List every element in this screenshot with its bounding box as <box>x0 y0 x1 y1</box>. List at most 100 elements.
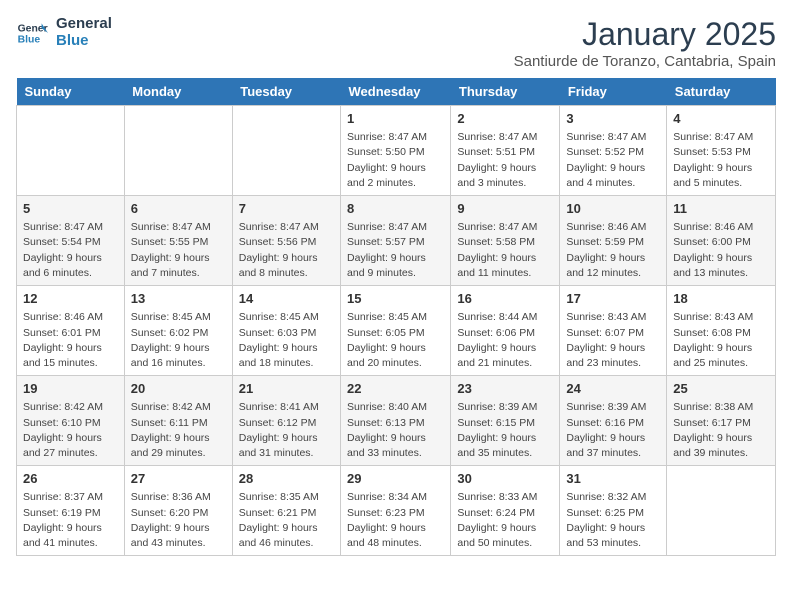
calendar-cell: 8Sunrise: 8:47 AMSunset: 5:57 PMDaylight… <box>341 196 451 286</box>
calendar-cell <box>124 106 232 196</box>
cell-info: Sunrise: 8:43 AM <box>566 310 660 325</box>
cell-info: Sunrise: 8:35 AM <box>239 490 334 505</box>
cell-info: Sunrise: 8:47 AM <box>23 220 118 235</box>
cell-info: Daylight: 9 hours and 33 minutes. <box>347 431 444 461</box>
cell-info: Sunset: 5:50 PM <box>347 145 444 160</box>
cell-info: Sunset: 6:11 PM <box>131 416 226 431</box>
cell-info: Daylight: 9 hours and 27 minutes. <box>23 431 118 461</box>
cell-info: Sunrise: 8:36 AM <box>131 490 226 505</box>
cell-info: Sunset: 6:10 PM <box>23 416 118 431</box>
cell-info: Sunset: 6:02 PM <box>131 326 226 341</box>
calendar-cell: 5Sunrise: 8:47 AMSunset: 5:54 PMDaylight… <box>17 196 125 286</box>
cell-info: Sunset: 6:03 PM <box>239 326 334 341</box>
day-number: 9 <box>457 200 553 218</box>
cell-info: Daylight: 9 hours and 13 minutes. <box>673 251 769 281</box>
week-row: 19Sunrise: 8:42 AMSunset: 6:10 PMDayligh… <box>17 376 776 466</box>
cell-info: Daylight: 9 hours and 46 minutes. <box>239 521 334 551</box>
calendar-cell: 12Sunrise: 8:46 AMSunset: 6:01 PMDayligh… <box>17 286 125 376</box>
calendar-cell: 15Sunrise: 8:45 AMSunset: 6:05 PMDayligh… <box>341 286 451 376</box>
cell-info: Sunrise: 8:47 AM <box>566 130 660 145</box>
cell-info: Sunset: 6:01 PM <box>23 326 118 341</box>
day-number: 16 <box>457 290 553 308</box>
cell-info: Daylight: 9 hours and 31 minutes. <box>239 431 334 461</box>
cell-info: Daylight: 9 hours and 7 minutes. <box>131 251 226 281</box>
day-number: 30 <box>457 470 553 488</box>
day-number: 8 <box>347 200 444 218</box>
location: Santiurde de Toranzo, Cantabria, Spain <box>514 53 776 70</box>
cell-info: Sunset: 6:05 PM <box>347 326 444 341</box>
cell-info: Daylight: 9 hours and 20 minutes. <box>347 341 444 371</box>
week-row: 26Sunrise: 8:37 AMSunset: 6:19 PMDayligh… <box>17 466 776 556</box>
cell-info: Sunrise: 8:37 AM <box>23 490 118 505</box>
calendar-cell: 23Sunrise: 8:39 AMSunset: 6:15 PMDayligh… <box>451 376 560 466</box>
cell-info: Sunset: 5:56 PM <box>239 235 334 250</box>
cell-info: Sunset: 5:53 PM <box>673 145 769 160</box>
logo-icon: General Blue <box>16 17 48 49</box>
cell-info: Sunrise: 8:47 AM <box>347 220 444 235</box>
calendar-cell: 1Sunrise: 8:47 AMSunset: 5:50 PMDaylight… <box>341 106 451 196</box>
calendar-cell: 9Sunrise: 8:47 AMSunset: 5:58 PMDaylight… <box>451 196 560 286</box>
cell-info: Sunrise: 8:32 AM <box>566 490 660 505</box>
day-number: 1 <box>347 110 444 128</box>
col-wednesday: Wednesday <box>341 78 451 106</box>
cell-info: Sunrise: 8:46 AM <box>673 220 769 235</box>
calendar-cell: 19Sunrise: 8:42 AMSunset: 6:10 PMDayligh… <box>17 376 125 466</box>
cell-info: Sunset: 5:55 PM <box>131 235 226 250</box>
cell-info: Sunset: 6:24 PM <box>457 506 553 521</box>
calendar-cell: 26Sunrise: 8:37 AMSunset: 6:19 PMDayligh… <box>17 466 125 556</box>
cell-info: Daylight: 9 hours and 9 minutes. <box>347 251 444 281</box>
cell-info: Sunrise: 8:41 AM <box>239 400 334 415</box>
cell-info: Sunrise: 8:47 AM <box>239 220 334 235</box>
cell-info: Sunrise: 8:40 AM <box>347 400 444 415</box>
cell-info: Sunrise: 8:44 AM <box>457 310 553 325</box>
calendar-cell: 13Sunrise: 8:45 AMSunset: 6:02 PMDayligh… <box>124 286 232 376</box>
page-header: General Blue General Blue January 2025 S… <box>16 16 776 70</box>
cell-info: Sunrise: 8:47 AM <box>457 220 553 235</box>
cell-info: Sunset: 6:15 PM <box>457 416 553 431</box>
calendar-cell: 10Sunrise: 8:46 AMSunset: 5:59 PMDayligh… <box>560 196 667 286</box>
cell-info: Sunset: 6:13 PM <box>347 416 444 431</box>
cell-info: Sunset: 6:07 PM <box>566 326 660 341</box>
day-number: 2 <box>457 110 553 128</box>
cell-info: Sunset: 6:06 PM <box>457 326 553 341</box>
week-row: 1 Sunrise: 8:47 AM Sunset: 5:50 PM Daylight… <box>17 106 776 196</box>
cell-info: Sunset: 6:23 PM <box>347 506 444 521</box>
calendar-cell: 17Sunrise: 8:43 AMSunset: 6:07 PMDayligh… <box>560 286 667 376</box>
cell-info: Daylight: 9 hours and 4 minutes. <box>566 161 660 191</box>
day-number: 10 <box>566 200 660 218</box>
title-section: January 2025 Santiurde de Toranzo, Canta… <box>514 16 776 70</box>
cell-info: Sunset: 5:59 PM <box>566 235 660 250</box>
svg-text:Blue: Blue <box>18 34 41 45</box>
logo-general: General <box>56 16 112 33</box>
day-number: 17 <box>566 290 660 308</box>
cell-info: Sunrise: 8:47 AM <box>457 130 553 145</box>
cell-info: Sunrise: 8:34 AM <box>347 490 444 505</box>
cell-info: Daylight: 9 hours and 3 minutes. <box>457 161 553 191</box>
calendar-cell <box>232 106 340 196</box>
cell-info: Daylight: 9 hours and 25 minutes. <box>673 341 769 371</box>
cell-info: Sunrise: 8:42 AM <box>131 400 226 415</box>
cell-info: Daylight: 9 hours and 50 minutes. <box>457 521 553 551</box>
cell-info: Sunset: 6:19 PM <box>23 506 118 521</box>
calendar-cell: 14Sunrise: 8:45 AMSunset: 6:03 PMDayligh… <box>232 286 340 376</box>
logo-blue: Blue <box>56 33 112 50</box>
cell-info: Sunset: 6:12 PM <box>239 416 334 431</box>
day-number: 7 <box>239 200 334 218</box>
day-number: 28 <box>239 470 334 488</box>
calendar-cell: 28 Sunrise: 8:35 AMSunset: 6:21 PMDayligh… <box>232 466 340 556</box>
cell-info: Daylight: 9 hours and 21 minutes. <box>457 341 553 371</box>
cell-info: Sunrise: 8:46 AM <box>566 220 660 235</box>
cell-info: Daylight: 9 hours and 48 minutes. <box>347 521 444 551</box>
cell-info: Sunset: 6:16 PM <box>566 416 660 431</box>
cell-info: Sunset: 5:54 PM <box>23 235 118 250</box>
cell-info: Sunrise: 8:45 AM <box>347 310 444 325</box>
cell-info: Sunset: 6:17 PM <box>673 416 769 431</box>
day-number: 5 <box>23 200 118 218</box>
cell-info: Sunrise: 8:45 AM <box>239 310 334 325</box>
day-number: 13 <box>131 290 226 308</box>
cell-info: Sunset: 6:21 PM <box>239 506 334 521</box>
month-title: January 2025 <box>514 16 776 53</box>
calendar-cell: 20Sunrise: 8:42 AMSunset: 6:11 PMDayligh… <box>124 376 232 466</box>
calendar-cell: 6Sunrise: 8:47 AMSunset: 5:55 PMDaylight… <box>124 196 232 286</box>
cell-info: Daylight: 9 hours and 29 minutes. <box>131 431 226 461</box>
